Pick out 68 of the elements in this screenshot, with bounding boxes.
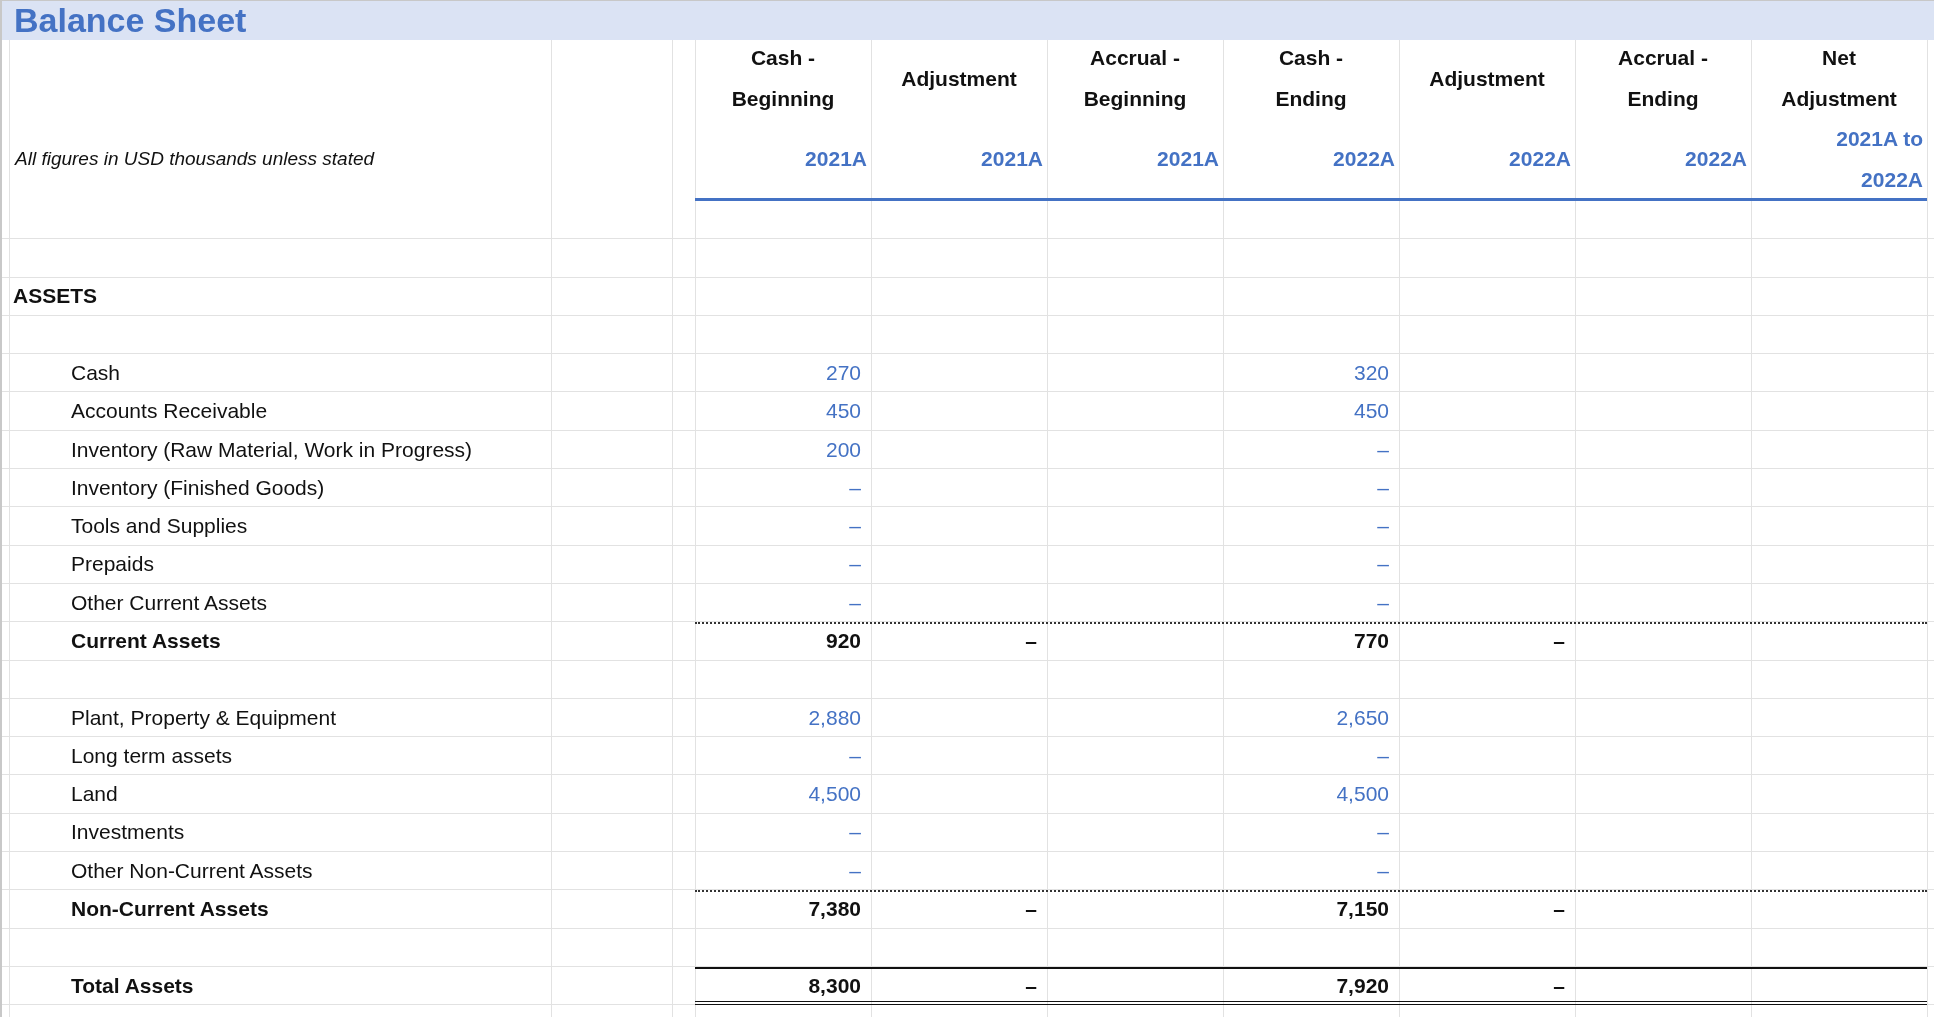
table-cell-text: 8,300 [807,972,862,999]
table-cell-text: – [1376,474,1390,501]
table-cell-text: 450 [1352,398,1390,425]
column-header: Net Adjustment [1780,45,1898,113]
sheet-title: Balance Sheet [2,0,1934,40]
table-cell-text: – [1024,896,1038,923]
table-cell-text: – [1024,972,1038,999]
row-label: Accounts Receivable [70,398,269,425]
table-cell-text: 7,380 [807,896,862,923]
table-cell-text: – [1376,589,1390,616]
row-label: Prepaids [70,551,155,578]
column-header: Cash - Ending [1274,45,1348,113]
column-header: Adjustment [1428,65,1546,92]
table-cell-text: – [1376,742,1390,769]
column-header: Adjustment [900,65,1018,92]
table-cell-text: 7,920 [1335,972,1390,999]
column-header: Accrual - Ending [1617,45,1709,113]
table-cell-text: 4,500 [807,781,862,808]
table-cell-text: 2,650 [1335,704,1390,731]
row-label: Tools and Supplies [70,513,249,540]
table-cell-text: – [1376,551,1390,578]
table-cell-text: 450 [824,398,862,425]
table-cell-text: – [848,513,862,540]
table-cell-text: – [848,742,862,769]
year-header: 2021A [1156,146,1220,173]
row-label: Other Current Assets [70,589,269,616]
year-header: 2022A [1684,146,1748,173]
row-label: Other Non-Current Assets [70,857,314,884]
table-cell-text: – [1376,857,1390,884]
table-cell-text: – [848,551,862,578]
row-label: Inventory (Finished Goods) [70,474,326,501]
table-cell-text: 7,150 [1335,896,1390,923]
table-cell-text: – [1552,972,1566,999]
table-cell-text: – [848,474,862,501]
column-header: Accrual - Beginning [1082,45,1188,113]
table-cell-text: – [848,819,862,846]
year-header: 2022A [1332,146,1396,173]
year-header: 2021A to 2022A [1835,125,1924,193]
table-cell-text: 320 [1352,359,1390,386]
total-label: Total Assets [70,972,195,999]
units-note: All figures in USD thousands unless stated [13,146,376,171]
table-cell-text: 2,880 [807,704,862,731]
table-cell-text: 270 [824,359,862,386]
table-cell-text: – [1552,628,1566,654]
table-cell-text: – [848,857,862,884]
section-heading: ASSETS [12,283,99,310]
year-header: 2021A [980,146,1044,173]
row-label: Inventory (Raw Material, Work in Progress) [70,436,474,463]
table-cell-text: – [1552,896,1566,923]
total-label: Non-Current Assets [70,896,270,923]
row-label: Plant, Property & Equipment [70,704,337,731]
table-cell-text: – [1024,628,1038,654]
table-cell-text: – [848,589,862,616]
total-label: Current Assets [70,628,222,654]
table-cell-text: – [1376,819,1390,846]
year-header: 2022A [1508,146,1572,173]
table-cell-text: – [1376,513,1390,540]
table-cell-text: 4,500 [1335,781,1390,808]
table-cell-text: 770 [1352,628,1390,654]
row-label: Investments [70,819,186,846]
table-cell-text: 200 [824,436,862,463]
year-header: 2021A [804,146,868,173]
row-label: Land [70,781,119,808]
table-cell-text: 920 [824,628,862,654]
table-cell-text: – [1376,436,1390,463]
column-header: Cash - Beginning [730,45,836,113]
row-label: Long term assets [70,742,234,769]
row-label: Cash [70,359,122,386]
